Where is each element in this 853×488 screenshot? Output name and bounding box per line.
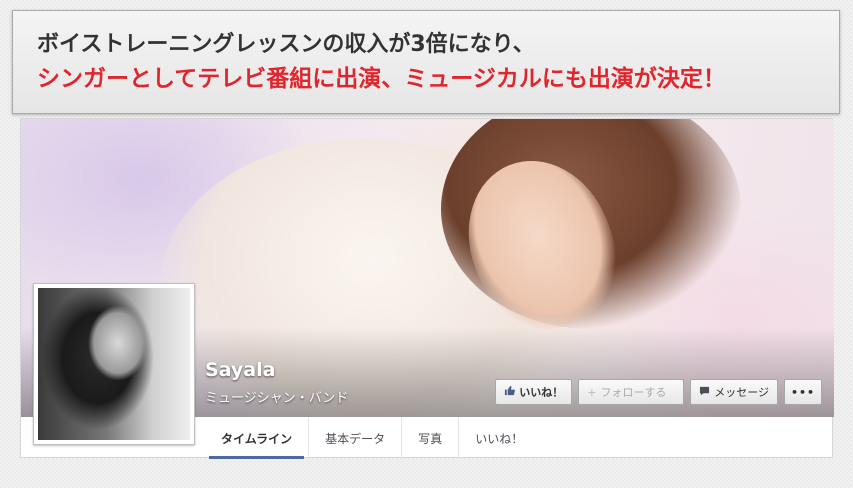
like-button[interactable]: いいね！ bbox=[495, 379, 573, 405]
tab-likes[interactable]: いいね！ bbox=[459, 417, 539, 459]
thumbs-up-icon bbox=[504, 385, 516, 399]
tab-photos[interactable]: 写真 bbox=[402, 417, 460, 459]
message-button[interactable]: メッセージ bbox=[690, 379, 778, 405]
like-button-label: いいね！ bbox=[519, 386, 564, 399]
page-actions: いいね！ + フォローする メッセージ ••• bbox=[495, 379, 822, 405]
headline-line-2: シンガーとしてテレビ番組に出演、ミュージカルにも出演が決定！ bbox=[37, 66, 726, 92]
headline-banner: ボイストレーニングレッスンの収入が3倍になり、 シンガーとしてテレビ番組に出演、… bbox=[12, 10, 840, 114]
follow-button[interactable]: + フォローする bbox=[578, 379, 685, 405]
speech-bubble-icon bbox=[699, 386, 710, 399]
tab-about[interactable]: 基本データ bbox=[309, 417, 403, 459]
follow-button-label: フォローする bbox=[600, 386, 667, 399]
plus-icon: + bbox=[587, 385, 597, 399]
headline-line-1: ボイストレーニングレッスンの収入が3倍になり、 bbox=[37, 32, 535, 57]
more-options-button[interactable]: ••• bbox=[784, 379, 822, 405]
facebook-page-header: Sayala ミュージシャン・バンド いいね！ + フォローする メッセージ •… bbox=[20, 118, 834, 459]
profile-picture-image bbox=[38, 288, 190, 440]
profile-picture[interactable] bbox=[33, 283, 195, 445]
page-tabs: タイムライン 基本データ 写真 いいね！ bbox=[205, 417, 539, 459]
page-category: ミュージシャン・バンド bbox=[205, 391, 349, 406]
tab-timeline[interactable]: タイムライン bbox=[205, 417, 310, 459]
message-button-label: メッセージ bbox=[714, 386, 769, 399]
page-name[interactable]: Sayala bbox=[205, 359, 275, 381]
